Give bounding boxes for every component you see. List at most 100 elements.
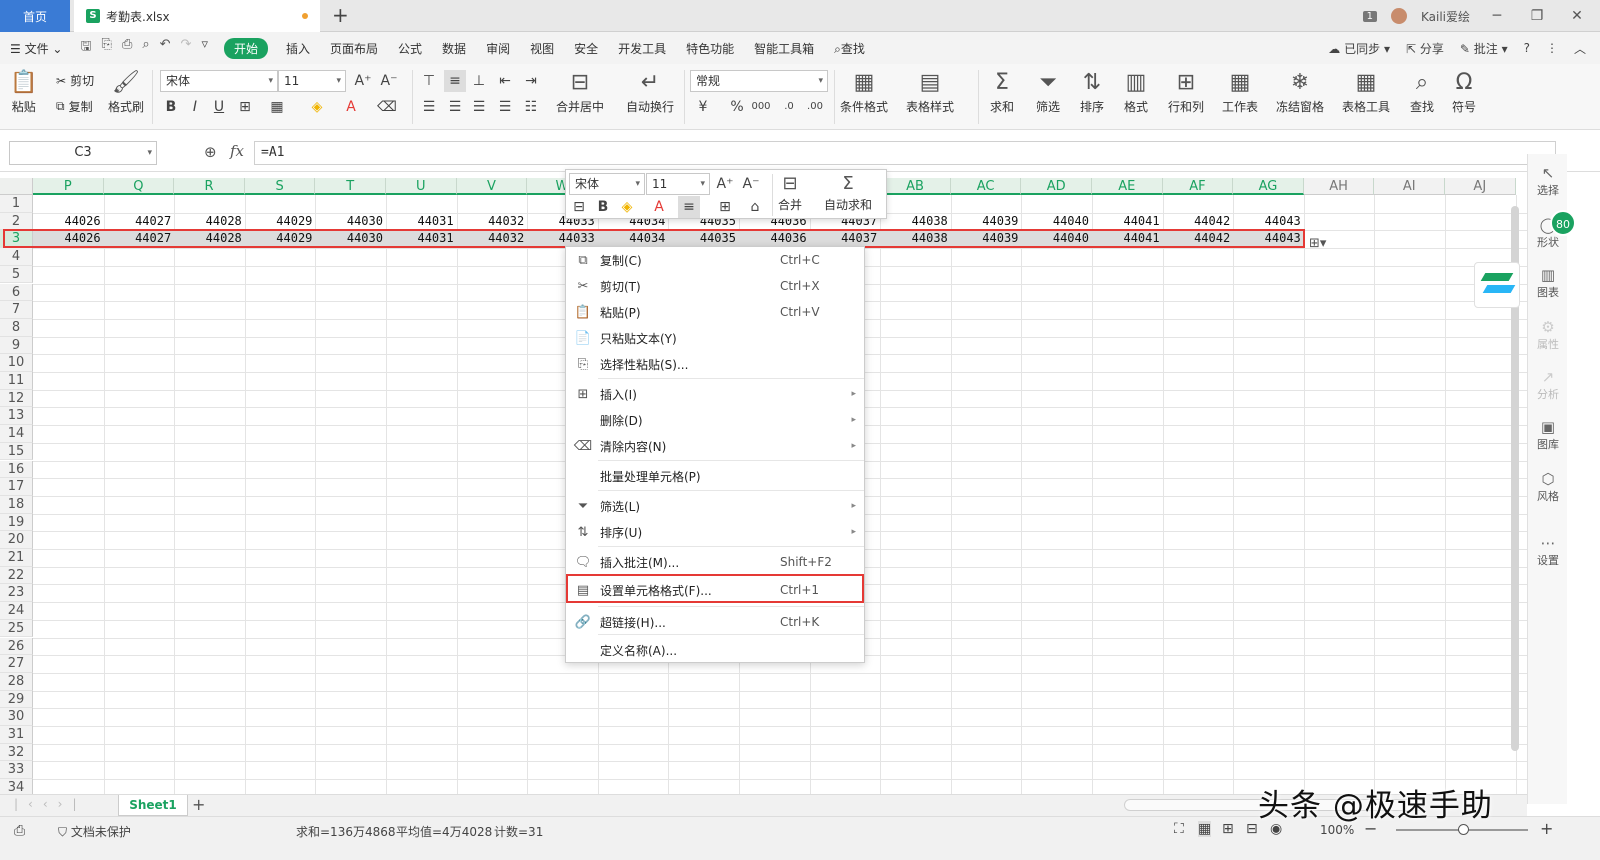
indent-decrease-icon[interactable]: ⇤ <box>494 70 516 92</box>
sum-button[interactable]: Σ 求和 <box>990 68 1014 115</box>
row-header[interactable]: 2 <box>0 212 33 231</box>
rp-select[interactable]: ↖ 选择 <box>1528 164 1568 198</box>
rp-properties[interactable]: ⚙ 属性 <box>1528 318 1568 352</box>
fx-icon[interactable]: fx <box>230 142 244 160</box>
clear-format-icon[interactable]: ⌫ <box>376 96 398 118</box>
mini-font-select[interactable]: 宋体 <box>569 173 645 195</box>
zoom-level[interactable]: 100% <box>1320 823 1354 837</box>
rp-style[interactable]: ⬡ 风格 <box>1528 470 1568 504</box>
table-tools-button[interactable]: ▦ 表格工具 <box>1342 68 1390 115</box>
decrease-decimal-icon[interactable]: .00 <box>804 96 826 118</box>
underline-icon[interactable]: U <box>208 96 230 118</box>
tab-home[interactable]: 开始 <box>223 37 268 59</box>
align-left-icon[interactable]: ☰ <box>418 96 440 118</box>
mini-brush-icon[interactable]: ⌂ <box>744 196 766 218</box>
row-header[interactable]: 27 <box>0 655 33 673</box>
format-painter-button[interactable]: 🖌 格式刷 <box>108 68 144 115</box>
avatar[interactable] <box>1390 8 1407 24</box>
row-header[interactable]: 30 <box>0 708 33 726</box>
paste-options-icon[interactable]: ⊞▾ <box>1309 236 1326 251</box>
fullscreen-icon[interactable]: ⛶ <box>1174 821 1184 837</box>
row-header[interactable]: 10 <box>0 354 33 372</box>
row-header[interactable]: 12 <box>0 389 33 408</box>
mini-font-color-icon[interactable]: A <box>648 196 670 218</box>
row-header[interactable]: 33 <box>0 761 33 780</box>
row-header[interactable]: 16 <box>0 460 33 479</box>
row-header[interactable]: 32 <box>0 743 33 762</box>
normal-view-icon[interactable]: ▦ <box>1198 821 1212 837</box>
home-tab[interactable]: 首页 <box>0 0 70 32</box>
row-header[interactable]: 1 <box>0 195 33 213</box>
window-count-badge[interactable]: 1 <box>1362 10 1377 22</box>
mini-bold-icon[interactable]: B <box>592 196 614 218</box>
fill-color-icon[interactable]: ◈ <box>306 96 328 118</box>
column-header[interactable]: AJ <box>1445 178 1516 195</box>
formula-input[interactable]: =A1 <box>254 141 1556 165</box>
column-header[interactable]: V <box>456 178 528 195</box>
context-menu-item[interactable]: 批量处理单元格(P) <box>566 463 864 489</box>
table-cell[interactable]: 44041 <box>1092 213 1163 231</box>
row-header[interactable]: 25 <box>0 619 33 638</box>
restore-icon[interactable]: ❐ <box>1524 8 1550 24</box>
table-cell[interactable]: 44032 <box>457 213 528 231</box>
column-header[interactable]: AD <box>1021 178 1092 195</box>
context-menu-item[interactable]: ⌫ 清除内容(N) ▸ <box>566 433 864 459</box>
align-center-icon[interactable]: ☰ <box>444 96 466 118</box>
comment-button[interactable]: ✎ 批注 ▾ <box>1460 40 1508 57</box>
percent-icon[interactable]: % <box>726 96 748 118</box>
fill-shade-icon[interactable]: ▦ <box>266 96 288 118</box>
context-menu-item[interactable]: ✂ 剪切(T) Ctrl+X <box>566 273 864 299</box>
row-header[interactable]: 9 <box>0 336 33 355</box>
tab-smart-tools[interactable]: 智能工具箱 <box>744 40 824 57</box>
column-header[interactable]: P <box>33 178 104 195</box>
row-header[interactable]: 4 <box>0 248 33 266</box>
increase-font-icon[interactable]: A⁺ <box>352 70 374 92</box>
mini-size-select[interactable]: 11 <box>646 173 710 195</box>
tab-security[interactable]: 安全 <box>564 40 608 57</box>
format-button[interactable]: ▥ 格式 <box>1124 68 1148 115</box>
mini-align-icon[interactable]: ≡ <box>678 196 700 218</box>
sort-button[interactable]: ⇅ 排序 <box>1080 68 1104 115</box>
align-middle-icon[interactable]: ≡ <box>444 70 466 92</box>
rowcol-button[interactable]: ⊞ 行和列 <box>1168 68 1204 115</box>
mini-border-icon[interactable]: ⊞ <box>714 196 736 218</box>
number-format-select[interactable]: 常规 <box>690 70 828 92</box>
row-header[interactable]: 8 <box>0 318 33 337</box>
tab-review[interactable]: 审阅 <box>476 40 520 57</box>
column-header[interactable]: AC <box>950 178 1022 195</box>
zoom-slider-thumb[interactable] <box>1458 824 1469 835</box>
rp-gallery[interactable]: ▣ 图库 <box>1528 418 1568 452</box>
context-menu-item[interactable]: 🔗 超链接(H)... Ctrl+K <box>566 609 864 635</box>
more-icon[interactable]: ⋮ <box>1546 41 1558 55</box>
table-cell[interactable]: 44042 <box>1163 213 1234 231</box>
row-header[interactable]: 17 <box>0 478 33 496</box>
increase-decimal-icon[interactable]: .0 <box>778 96 800 118</box>
redo-icon[interactable]: ↷ <box>181 37 192 59</box>
tab-developer[interactable]: 开发工具 <box>608 40 676 57</box>
row-header[interactable]: 26 <box>0 637 33 656</box>
indent-increase-icon[interactable]: ⇥ <box>520 70 542 92</box>
row-header[interactable]: 7 <box>0 301 33 319</box>
context-menu-item[interactable]: 🗨 插入批注(M)... Shift+F2 <box>566 549 864 575</box>
symbol-button[interactable]: Ω 符号 <box>1452 68 1476 115</box>
decrease-font-icon[interactable]: A⁻ <box>378 70 400 92</box>
column-header[interactable]: S <box>244 178 316 195</box>
row-header[interactable]: 5 <box>0 265 33 284</box>
align-right-icon[interactable]: ☰ <box>468 96 490 118</box>
row-header[interactable]: 23 <box>0 584 33 603</box>
table-cell[interactable]: 44031 <box>386 213 457 231</box>
tab-formulas[interactable]: 公式 <box>388 40 432 57</box>
share-button[interactable]: ⇱ 分享 <box>1406 40 1444 57</box>
file-tab[interactable]: S 考勤表.xlsx <box>74 0 320 32</box>
row-header[interactable]: 24 <box>0 602 33 620</box>
context-menu-item[interactable]: ⧉ 复制(C) Ctrl+C <box>566 247 864 273</box>
context-menu-item[interactable]: ⊞ 插入(I) ▸ <box>566 381 864 407</box>
justify-icon[interactable]: ☰ <box>494 96 516 118</box>
minimize-icon[interactable]: ─ <box>1484 8 1510 24</box>
sheet-tab[interactable]: Sheet1 <box>118 795 188 816</box>
table-cell[interactable]: 44030 <box>315 213 386 231</box>
mini-fill-icon[interactable]: ◈ <box>616 196 638 218</box>
find-button[interactable]: ⌕ 查找 <box>1410 68 1434 115</box>
row-header[interactable]: 15 <box>0 442 33 461</box>
tab-page-layout[interactable]: 页面布局 <box>320 40 388 57</box>
